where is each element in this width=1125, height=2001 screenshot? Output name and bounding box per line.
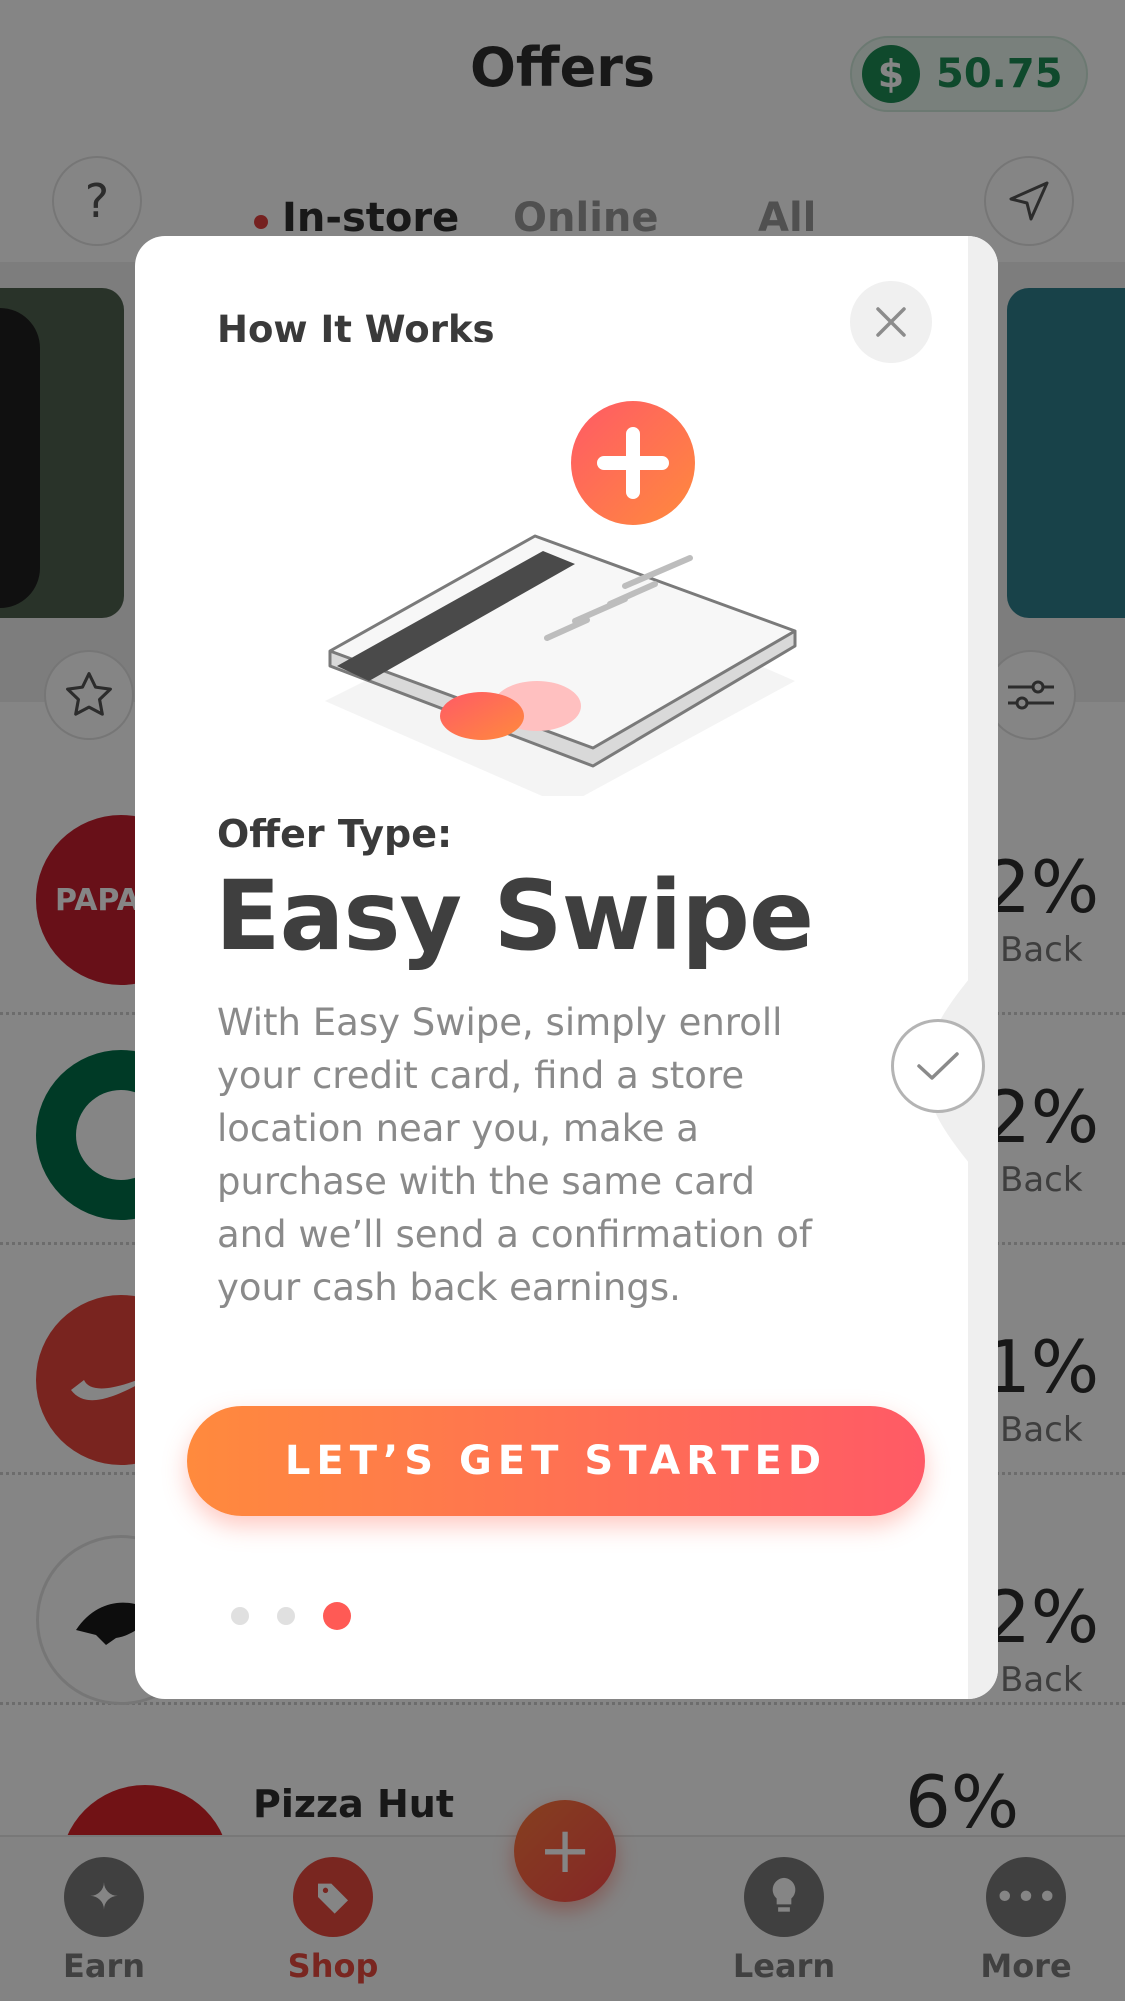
get-started-button[interactable]: LET’S GET STARTED xyxy=(187,1406,925,1516)
pagination-dot[interactable] xyxy=(231,1607,249,1625)
step-check-button[interactable] xyxy=(891,1019,985,1113)
pagination-dot-active[interactable] xyxy=(323,1602,351,1630)
modal-heading: How It Works xyxy=(217,308,495,351)
offer-type-label: Offer Type: xyxy=(217,812,453,856)
offer-type-name: Easy Swipe xyxy=(215,860,814,972)
pagination-dot[interactable] xyxy=(277,1607,295,1625)
close-button[interactable] xyxy=(850,281,932,363)
pagination-dots xyxy=(231,1601,379,1631)
credit-card-illustration xyxy=(325,401,797,796)
checkmark-icon xyxy=(917,1052,959,1080)
close-icon xyxy=(876,307,906,337)
offer-description: With Easy Swipe, simply enroll your cred… xyxy=(217,1001,812,1309)
how-it-works-modal: How It Works Offer Type: Easy Swipe With… xyxy=(135,236,998,1699)
